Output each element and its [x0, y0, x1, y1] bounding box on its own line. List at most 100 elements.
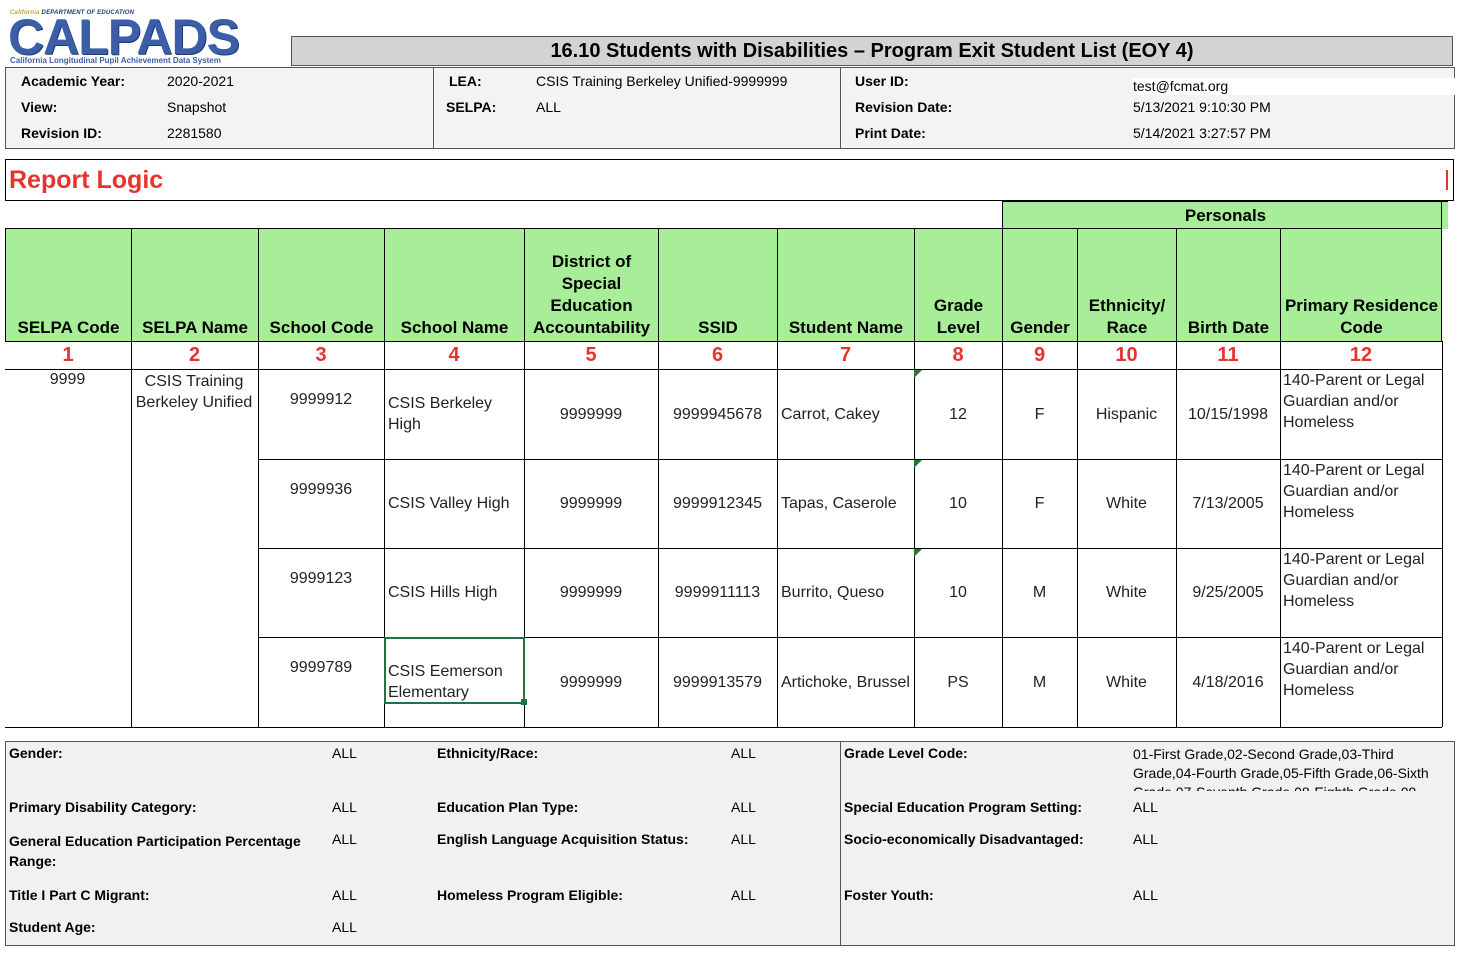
column-header: SSID [658, 228, 777, 341]
grid-line [1441, 201, 1442, 342]
column-header: Student Name [777, 228, 914, 341]
grid-line [1442, 341, 1443, 727]
migrant-filter-label: Title I Part C Migrant: [9, 887, 150, 903]
birth-date-cell: 7/13/2005 [1192, 495, 1264, 512]
column-header: District of Special Education Accountabi… [524, 228, 658, 341]
calpads-logo: CALPADS [8, 9, 240, 65]
academic-year-label: Academic Year: [21, 73, 126, 89]
lea-value: CSIS Training Berkeley Unified-9999999 [536, 73, 788, 89]
column-header: Ethnicity/ Race [1077, 228, 1176, 341]
column-number: 7 [839, 344, 852, 366]
residence-code-cell: 140-Parent or Legal Guardian and/or Home… [1283, 551, 1425, 610]
setting-filter-label: Special Education Program Setting: [844, 799, 1083, 815]
column-header: School Name [384, 228, 524, 341]
selected-cell-border[interactable] [384, 637, 525, 704]
view-label: View: [21, 99, 58, 115]
ethnicity-cell: White [1106, 673, 1147, 691]
column-header-label: SELPA Name [142, 318, 248, 337]
column-header: SELPA Name [131, 228, 258, 341]
ssid-cell: 9999912345 [673, 495, 762, 512]
school-name-cell: CSIS Berkeley High [388, 395, 493, 433]
column-number: 9 [1033, 344, 1046, 366]
ssid-cell: 9999911113 [674, 584, 761, 601]
ela-filter-value: ALL [731, 831, 756, 847]
column-header: School Code [258, 228, 384, 341]
column-number: 4 [448, 344, 460, 366]
participation-filter-value: ALL [332, 831, 357, 847]
column-header: Primary Residence Code [1280, 228, 1442, 341]
column-number: 11 [1217, 344, 1239, 366]
plan-filter-value: ALL [731, 799, 756, 815]
birth-date-cell: 10/15/1998 [1187, 405, 1269, 423]
divider [433, 68, 434, 148]
district-cell: 9999999 [559, 584, 623, 601]
column-header-label: Birth Date [1187, 318, 1270, 337]
school-code-cell: 9999912 [289, 391, 353, 408]
personals-group-header: Personals [1002, 201, 1448, 229]
foster-filter-value: ALL [1133, 887, 1158, 903]
comment-indicator [914, 370, 922, 378]
ethnicity-cell: Hispanic [1095, 405, 1158, 423]
grid-line [5, 727, 1442, 728]
district-cell: 9999999 [559, 673, 623, 691]
gender-filter-label: Gender: [9, 745, 63, 761]
residence-code-cell: 140-Parent or Legal Guardian and/or Home… [1283, 640, 1425, 699]
comment-indicator [914, 549, 922, 557]
column-number: 10 [1115, 344, 1138, 366]
ssid-cell: 9999913579 [673, 673, 762, 691]
print-date-label: Print Date: [855, 125, 926, 141]
student-name-cell: Artichoke, Brussel [781, 673, 910, 691]
socio-filter-label: Socio-economically Disadvantaged: [844, 831, 1084, 847]
homeless-filter-label: Homeless Program Eligible: [437, 887, 623, 903]
ethnicity-filter-value: ALL [731, 745, 756, 761]
residence-code-cell: 140-Parent or Legal Guardian and/or Home… [1283, 372, 1425, 431]
selpa-code-cell: 9999 [49, 371, 86, 388]
age-filter-value: ALL [332, 919, 357, 935]
gender-cell: M [1032, 584, 1047, 601]
column-header-label: SSID [698, 318, 738, 337]
column-header-label: Gender [1010, 318, 1070, 337]
foster-filter-label: Foster Youth: [844, 887, 934, 903]
selpa-label: SELPA: [446, 99, 497, 115]
ethnicity-cell: White [1106, 495, 1147, 512]
grade-level-filter-label: Grade Level Code: [844, 745, 968, 761]
comment-indicator [914, 460, 922, 468]
birth-date-cell: 4/18/2016 [1192, 673, 1264, 691]
revision-date-label: Revision Date: [855, 99, 953, 115]
divider [840, 742, 841, 945]
lea-label: LEA: [449, 73, 482, 89]
column-header-label: SELPA Code [17, 318, 120, 337]
grid-line [1280, 341, 1281, 727]
gender-cell: F [1034, 405, 1045, 423]
ethnicity-filter-label: Ethnicity/Race: [437, 745, 539, 761]
view-value: Snapshot [167, 99, 227, 115]
column-header-label: Ethnicity/ Race [1088, 296, 1166, 337]
socio-filter-value: ALL [1133, 831, 1158, 847]
grade-level-cell: 10 [949, 495, 967, 512]
grid-line [5, 341, 1442, 342]
divider [840, 68, 841, 148]
logo-subtitle: California Longitudinal Pupil Achievemen… [10, 56, 221, 65]
column-header: Gender [1002, 228, 1077, 341]
column-number: 8 [952, 344, 964, 366]
report-logic-marker [1446, 170, 1448, 190]
report-logic-link[interactable]: Report Logic [9, 166, 163, 195]
school-code-cell: 9999936 [289, 481, 353, 498]
fill-handle[interactable] [521, 699, 527, 705]
migrant-filter-value: ALL [332, 887, 357, 903]
academic-year-value: 2020-2021 [167, 73, 234, 89]
column-header: Grade Level [914, 228, 1002, 341]
ssid-cell: 9999945678 [673, 405, 762, 423]
grid-line [777, 341, 778, 727]
column-number: 5 [585, 344, 597, 366]
school-name-cell: CSIS Valley High [388, 495, 510, 512]
district-cell: 9999999 [559, 405, 623, 423]
column-number: 1 [62, 344, 74, 366]
user-id-value: test@fcmat.org [1133, 78, 1455, 95]
school-code-cell: 9999789 [289, 659, 353, 676]
gender-cell: F [1034, 495, 1045, 512]
ela-filter-label: English Language Acquisition Status: [437, 831, 689, 847]
grade-level-cell: 12 [949, 405, 967, 423]
revision-date-value: 5/13/2021 9:10:30 PM [1133, 99, 1271, 115]
plan-filter-label: Education Plan Type: [437, 799, 579, 815]
